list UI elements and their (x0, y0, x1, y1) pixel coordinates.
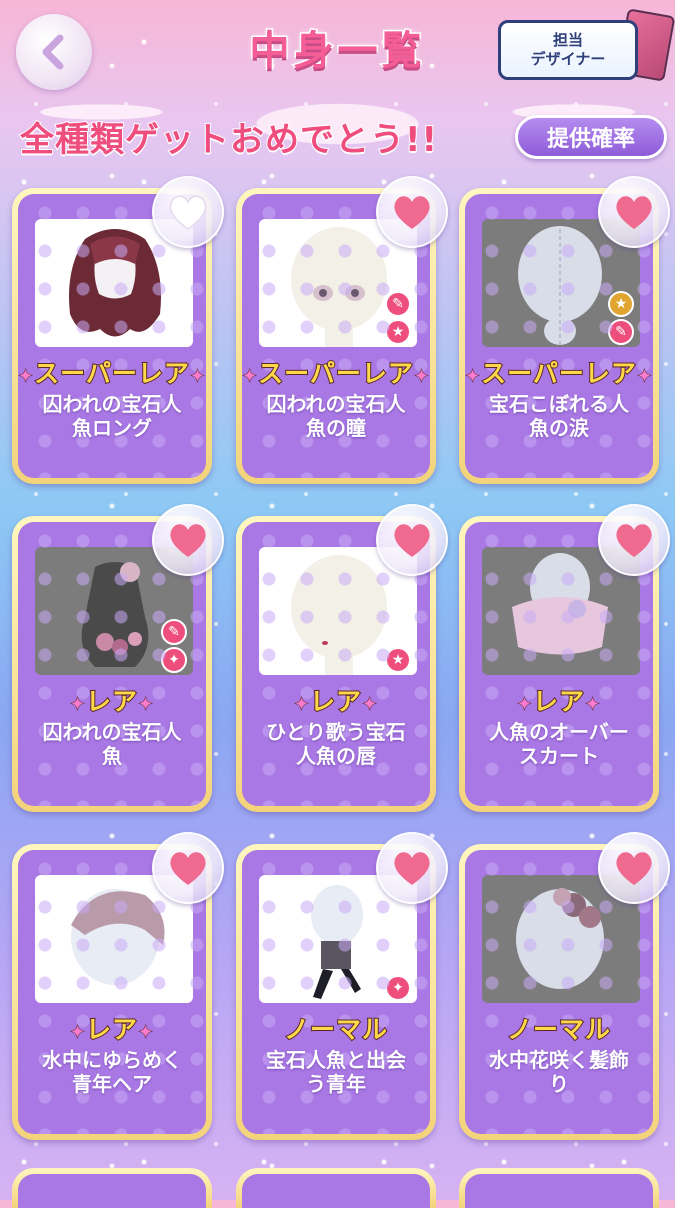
favorite-button[interactable] (376, 832, 448, 904)
heart-icon (616, 524, 652, 557)
item-name: 囚われの宝石人 魚ロング (42, 392, 182, 440)
favorite-button[interactable] (152, 504, 224, 576)
sparkle-badge-icon: ✦ (161, 647, 187, 673)
favorite-button[interactable] (598, 832, 670, 904)
favorite-button[interactable] (152, 176, 224, 248)
item-card-partial[interactable] (459, 1168, 659, 1208)
heart-icon (170, 852, 206, 885)
heart-icon (616, 196, 652, 229)
designer-label-plate: 担当 デザイナー (498, 20, 638, 80)
item-card-partial[interactable] (12, 1168, 212, 1208)
rarity-label: ✦レア✦ (69, 1014, 155, 1045)
dropper-icon: ✎ (385, 291, 411, 317)
rarity-label: ✦スーパーレア✦ (465, 358, 653, 389)
rarity-label: ✦レア✦ (293, 686, 379, 717)
item-name: 囚われの宝石人 魚の瞳 (266, 392, 406, 440)
favorite-button[interactable] (376, 176, 448, 248)
heart-outline-icon (169, 195, 207, 230)
item-name: 人魚のオーバー スカート (489, 720, 629, 768)
gold-star-badge-icon: ★ (608, 291, 634, 317)
completion-banner: 全種類ゲットおめでとう!! (19, 119, 439, 161)
item-card-partial[interactable] (236, 1168, 436, 1208)
item-name: 宝石人魚と出会 う青年 (266, 1048, 406, 1096)
item-name: 水中にゆらめく 青年ヘア (42, 1048, 182, 1096)
designer-label-line1: 担当 (552, 31, 583, 49)
rarity-label: ✦スーパーレア✦ (18, 358, 206, 389)
drop-rate-button[interactable]: 提供確率 (515, 115, 667, 159)
rarity-label: ✦レア✦ (69, 686, 155, 717)
item-name: ひとり歌う宝石 人魚の唇 (266, 720, 406, 768)
designer-button[interactable]: 担当 デザイナー (498, 8, 675, 82)
heart-icon (616, 852, 652, 885)
item-name: 囚われの宝石人魚 (42, 720, 182, 768)
dropper-icon: ✎ (161, 619, 187, 645)
heart-icon (394, 852, 430, 885)
star-badge-icon: ★ (385, 647, 411, 673)
heart-icon (394, 196, 430, 229)
favorite-button[interactable] (376, 504, 448, 576)
star-badge-icon: ★ (385, 319, 411, 345)
designer-label-line2: デザイナー (530, 50, 606, 68)
item-name: 水中花咲く髪飾り (489, 1048, 629, 1096)
rarity-label: ✦スーパーレア✦ (242, 358, 430, 389)
item-name: 宝石こぼれる人 魚の涙 (489, 392, 629, 440)
favorite-button[interactable] (152, 832, 224, 904)
favorite-button[interactable] (598, 176, 670, 248)
rarity-label: ノーマル (283, 1014, 388, 1045)
rarity-label: ✦レア✦ (516, 686, 602, 717)
rarity-label: ノーマル (506, 1014, 611, 1045)
dropper-icon: ✎ (608, 319, 634, 345)
sparkle-badge-icon: ✦ (385, 975, 411, 1001)
favorite-button[interactable] (598, 504, 670, 576)
heart-icon (170, 524, 206, 557)
heart-icon (394, 524, 430, 557)
